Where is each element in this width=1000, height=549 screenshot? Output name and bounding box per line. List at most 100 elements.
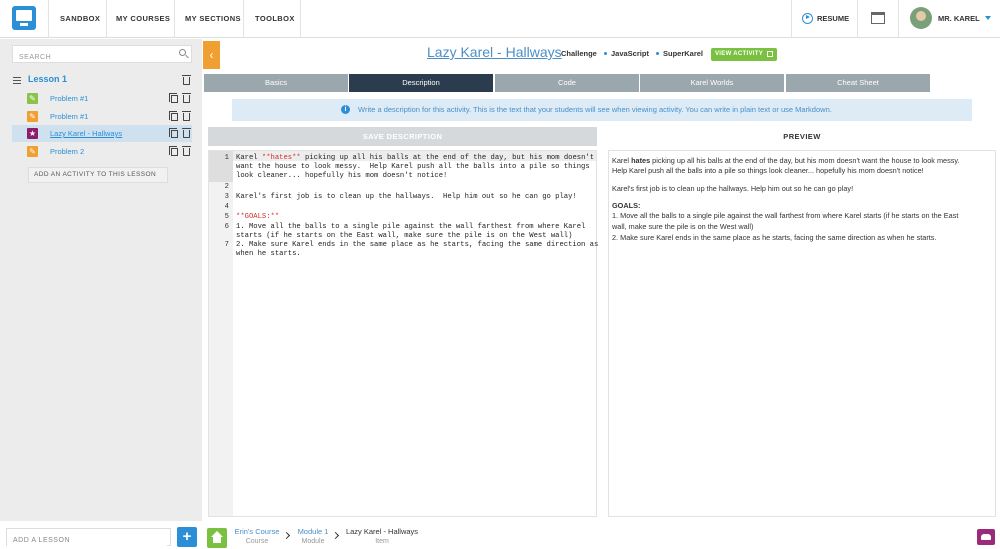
trash-icon[interactable]	[182, 111, 191, 121]
line-number: 6	[224, 223, 229, 231]
add-activity-button[interactable]: ADD AN ACTIVITY TO THIS LESSON	[28, 167, 168, 183]
activity-mode: SuperKarel	[663, 49, 704, 58]
trash-icon[interactable]	[182, 93, 191, 103]
resume-label: RESUME	[817, 14, 850, 23]
code-line[interactable]: Karel **hates** picking up all his balls…	[236, 154, 594, 162]
code-line[interactable]: want the house to look messy. Help Karel…	[236, 163, 590, 171]
code-line[interactable]: look cleaner... hopefully his mom doesn'…	[236, 172, 447, 180]
chevron-right-icon	[331, 531, 340, 540]
drag-handle-icon[interactable]	[13, 77, 21, 84]
trash-icon[interactable]	[182, 146, 191, 156]
preview-text: 1. Move all the balls to a single pile a…	[612, 211, 959, 220]
chevron-right-icon	[282, 531, 291, 540]
tab-karel-worlds[interactable]: Karel Worlds	[640, 74, 784, 92]
pencil-icon: ✎	[27, 146, 38, 157]
nav-my-sections[interactable]: MY SECTIONS	[185, 0, 241, 38]
nav-divider	[243, 0, 244, 38]
resume-button[interactable]: RESUME	[802, 0, 849, 38]
activity-type: Challenge	[561, 49, 597, 58]
copy-icon[interactable]	[169, 111, 178, 121]
code-line[interactable]: 2. Make sure Karel ends in the same plac…	[236, 241, 598, 249]
preview-text: 2. Make sure Karel ends in the same plac…	[612, 233, 937, 242]
code-text: Karel	[236, 154, 262, 162]
chevron-down-icon[interactable]	[985, 16, 991, 20]
lesson-header[interactable]: Lesson 1	[12, 74, 192, 88]
breadcrumb-course-type: Course	[245, 538, 269, 545]
nav-my-courses[interactable]: MY COURSES	[116, 0, 170, 38]
activity-item[interactable]: ✎ Problem #1	[12, 90, 192, 107]
view-activity-button[interactable]: VIEW ACTIVITY	[711, 48, 777, 61]
code-line[interactable]: 1. Move all the balls to a single pile a…	[236, 223, 585, 231]
view-activity-label: VIEW ACTIVITY	[715, 51, 764, 57]
preview-bold-text: hates	[631, 156, 651, 165]
preview-text: Karel's first job is to clean up the hal…	[612, 184, 854, 193]
markdown-editor[interactable]: 1 2 3 4 5 6 7 Karel **hates** picking up…	[208, 150, 598, 517]
user-name[interactable]: MR. KAREL	[938, 0, 980, 38]
breadcrumb-item-type: Item	[375, 538, 389, 545]
breadcrumb-item: Lazy Karel - Hallways Item	[343, 527, 421, 545]
nav-divider	[857, 0, 858, 38]
save-description-button[interactable]: SAVE DESCRIPTION	[208, 127, 597, 146]
activity-label[interactable]: Problem #1	[50, 112, 88, 121]
breadcrumb-module-link[interactable]: Module 1	[294, 527, 332, 536]
copy-icon[interactable]	[169, 93, 178, 103]
add-lesson-input[interactable]	[7, 532, 167, 549]
line-number: 7	[224, 241, 229, 249]
preview-text: wall, make sure the pile is on the West …	[612, 222, 754, 231]
code-line[interactable]: Karel's first job is to clean up the hal…	[236, 193, 577, 201]
avatar[interactable]	[910, 7, 932, 29]
line-number: 3	[224, 193, 229, 201]
breadcrumb-module-type: Module	[301, 538, 325, 545]
code-line[interactable]: **GOALS:**	[236, 213, 279, 221]
line-number: 4	[224, 203, 229, 211]
add-lesson-field[interactable]	[6, 528, 171, 549]
preview-pane: Karel hates picking up all his balls at …	[608, 150, 996, 517]
activity-item-active[interactable]: ★ Lazy Karel - Hallways	[12, 125, 192, 142]
line-number: 2	[224, 183, 229, 191]
star-icon: ★	[27, 128, 38, 139]
activity-language: JavaScript	[611, 49, 649, 58]
nav-divider	[898, 0, 899, 38]
nav-sandbox[interactable]: SANDBOX	[60, 0, 100, 38]
search-input[interactable]	[13, 49, 173, 66]
nav-toolbox[interactable]: TOOLBOX	[255, 0, 295, 38]
preview-text-span: picking up all his balls at the end of t…	[650, 156, 960, 165]
lesson-title[interactable]: Lesson 1	[28, 74, 67, 84]
help-chat-icon[interactable]	[977, 529, 995, 545]
code-line[interactable]: when he starts.	[236, 250, 301, 258]
activity-item[interactable]: ✎ Problem 2	[12, 143, 192, 160]
trash-icon[interactable]	[182, 75, 191, 85]
separator-dot	[656, 52, 659, 55]
copy-icon[interactable]	[169, 128, 178, 138]
activity-label[interactable]: Lazy Karel - Hallways	[50, 129, 122, 138]
collapse-sidebar-button[interactable]: ‹	[203, 41, 220, 69]
check-edit-icon: ✎	[27, 93, 38, 104]
breadcrumb-module[interactable]: Module 1 Module	[294, 527, 332, 545]
copy-icon[interactable]	[169, 146, 178, 156]
trash-icon[interactable]	[182, 128, 191, 138]
tab-basics[interactable]: Basics	[204, 74, 348, 92]
separator-dot	[604, 52, 607, 55]
activity-item[interactable]: ✎ Problem #1	[12, 108, 192, 125]
preview-text: Help Karel push all the balls into a pil…	[612, 166, 924, 175]
line-number: 1	[224, 154, 229, 162]
activity-label[interactable]: Problem 2	[50, 147, 84, 156]
breadcrumb-course-link[interactable]: Erin's Course	[232, 527, 282, 536]
nav-divider	[48, 0, 49, 38]
tab-code[interactable]: Code	[495, 74, 639, 92]
tab-description[interactable]: Description	[349, 74, 493, 92]
nav-divider	[174, 0, 175, 38]
activity-title[interactable]: Lazy Karel - Hallways	[427, 44, 562, 60]
search-icon[interactable]	[179, 49, 186, 56]
codehs-logo-icon[interactable]	[12, 6, 36, 30]
add-lesson-button[interactable]: +	[177, 527, 197, 547]
search-box[interactable]	[12, 45, 192, 66]
code-bold-markup: **GOALS:**	[236, 213, 280, 221]
home-button[interactable]	[207, 528, 227, 548]
external-link-icon	[767, 51, 773, 57]
breadcrumb-course[interactable]: Erin's Course Course	[232, 527, 282, 545]
activity-label[interactable]: Problem #1	[50, 94, 88, 103]
tab-cheat-sheet[interactable]: Cheat Sheet	[786, 74, 930, 92]
window-icon[interactable]	[871, 12, 885, 24]
code-line[interactable]: starts (if he starts on the East wall, m…	[236, 232, 572, 240]
